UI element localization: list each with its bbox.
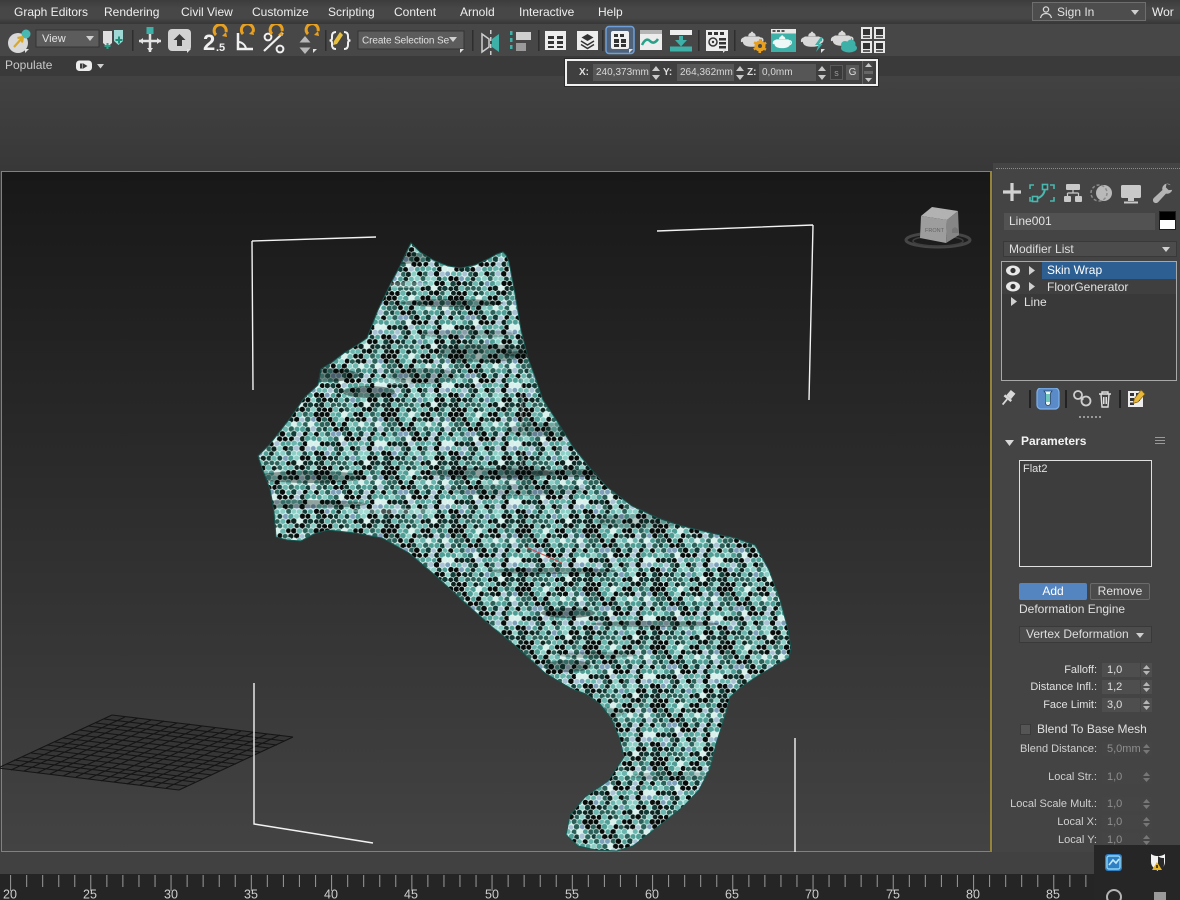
svg-text:85: 85 [1046, 888, 1060, 900]
svg-text:80: 80 [966, 888, 980, 900]
svg-text:65: 65 [725, 888, 739, 900]
svg-text:25: 25 [83, 888, 97, 900]
svg-text:30: 30 [164, 888, 178, 900]
svg-text:50: 50 [485, 888, 499, 900]
svg-text:75: 75 [886, 888, 900, 900]
svg-text:70: 70 [805, 888, 819, 900]
svg-text:20: 20 [3, 888, 17, 900]
svg-text:55: 55 [565, 888, 579, 900]
svg-text:45: 45 [404, 888, 418, 900]
svg-text:35: 35 [244, 888, 258, 900]
svg-text:FRONT: FRONT [925, 228, 945, 234]
svg-text:60: 60 [645, 888, 659, 900]
svg-text:40: 40 [324, 888, 338, 900]
